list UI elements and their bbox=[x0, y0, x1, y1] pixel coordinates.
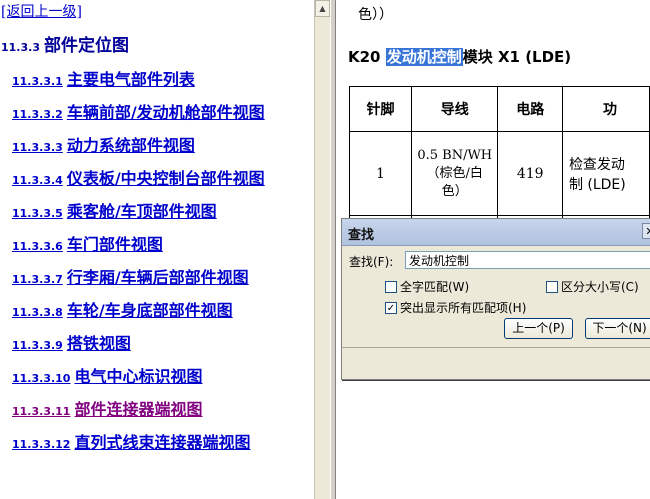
checkbox-box[interactable]: ✓ bbox=[385, 301, 397, 314]
header-circuit: 电路 bbox=[497, 86, 563, 132]
nav-link-number: 11.3.3.11 bbox=[12, 405, 71, 418]
cell-circuit: 419 bbox=[497, 131, 563, 216]
nav-link-number: 11.3.3.10 bbox=[12, 372, 71, 385]
cell-pin: 1 bbox=[349, 131, 412, 216]
cell-wire-line: （棕色/白 bbox=[426, 165, 483, 181]
nav-link-label: 乘客舱/车顶部件视图 bbox=[66, 202, 217, 221]
nav-link-number: 11.3.3.4 bbox=[12, 174, 63, 187]
dialog-status-area bbox=[342, 347, 650, 379]
nav-link-number: 11.3.3.2 bbox=[12, 108, 63, 121]
section-heading: 11.3.3 部件定位图 bbox=[1, 31, 129, 56]
section-number: 11.3.3 bbox=[1, 41, 40, 54]
whole-word-checkbox[interactable]: 全字匹配(W) bbox=[385, 278, 469, 295]
nav-link[interactable]: 11.3.3.6 车门部件视图 bbox=[12, 231, 163, 255]
find-input[interactable] bbox=[405, 251, 650, 269]
nav-link-label: 行李厢/车辆后部部件视图 bbox=[66, 268, 249, 287]
checkbox-box[interactable] bbox=[546, 280, 558, 293]
cell-function-line: 制 (LDE) bbox=[568, 176, 626, 193]
nav-link-label: 电气中心标识视图 bbox=[74, 367, 203, 386]
nav-link-number: 11.3.3.1 bbox=[12, 75, 63, 88]
nav-link[interactable]: 11.3.3.8 车轮/车身底部部件视图 bbox=[12, 297, 233, 321]
nav-link-label: 搭铁视图 bbox=[66, 334, 131, 353]
nav-link-number: 11.3.3.5 bbox=[12, 207, 63, 220]
document-text-fragment: 色）） bbox=[358, 7, 393, 23]
nav-link-label: 直列式线束连接器端视图 bbox=[74, 433, 251, 452]
nav-link-number: 11.3.3.12 bbox=[12, 438, 71, 451]
nav-link-number: 11.3.3.3 bbox=[12, 141, 63, 154]
cell-wire-line: 0.5 BN/WH bbox=[417, 147, 493, 163]
nav-link[interactable]: 11.3.3.10 电气中心标识视图 bbox=[12, 363, 202, 387]
nav-link[interactable]: 11.3.3.1 主要电气部件列表 bbox=[12, 66, 195, 90]
cell-wire-line: 色） bbox=[441, 183, 468, 199]
nav-link-label: 仪表板/中央控制台部件视图 bbox=[66, 169, 265, 188]
nav-link-label: 主要电气部件列表 bbox=[66, 70, 195, 89]
header-wire: 导线 bbox=[410, 86, 499, 132]
dialog-titlebar[interactable]: 查找 ✕ bbox=[342, 219, 650, 246]
table-header-row: 针脚 导线 电路 功 bbox=[349, 86, 650, 132]
nav-link[interactable]: 11.3.3.12 直列式线束连接器端视图 bbox=[12, 429, 250, 453]
nav-link-number: 11.3.3.8 bbox=[12, 306, 63, 319]
table-row: 1 0.5 BN/WH （棕色/白 色） 419 检查发动制 (LDE) bbox=[349, 131, 650, 216]
nav-link-label: 车门部件视图 bbox=[66, 235, 163, 254]
header-function: 功 bbox=[561, 86, 650, 132]
nav-link[interactable]: 11.3.3.5 乘客舱/车顶部件视图 bbox=[12, 198, 217, 222]
section-title: 部件定位图 bbox=[43, 36, 129, 56]
scroll-up-arrow-icon[interactable]: ▲ bbox=[315, 0, 330, 17]
nav-link[interactable]: 11.3.3.2 车辆前部/发动机舱部件视图 bbox=[12, 99, 265, 123]
module-heading-suffix: 模块 X1 (LDE) bbox=[462, 48, 572, 66]
nav-link-number: 11.3.3.7 bbox=[12, 273, 63, 286]
module-heading-prefix: K20 bbox=[348, 48, 386, 66]
find-next-button[interactable]: 下一个(N) bbox=[585, 318, 650, 339]
nav-link[interactable]: 11.3.3.3 动力系统部件视图 bbox=[12, 132, 195, 156]
nav-link-label: 部件连接器端视图 bbox=[74, 400, 203, 419]
nav-link-label: 动力系统部件视图 bbox=[66, 136, 195, 155]
nav-link[interactable]: 11.3.3.4 仪表板/中央控制台部件视图 bbox=[12, 165, 265, 189]
header-pin: 针脚 bbox=[349, 86, 412, 132]
nav-link-number: 11.3.3.9 bbox=[12, 339, 63, 352]
nav-link[interactable]: 11.3.3.7 行李厢/车辆后部部件视图 bbox=[12, 264, 249, 288]
find-previous-button[interactable]: 上一个(P) bbox=[504, 318, 573, 339]
find-label: 查找(F): bbox=[349, 255, 394, 269]
find-dialog: 查找 ✕ 查找(F): 全字匹配(W) 区分大小写(C) ✓ 突出显示所有匹配项… bbox=[341, 218, 650, 380]
whole-word-label: 全字匹配(W) bbox=[400, 280, 470, 294]
nav-link[interactable]: 11.3.3.11 部件连接器端视图 bbox=[12, 396, 202, 420]
highlight-all-checkbox[interactable]: ✓ 突出显示所有匹配项(H) bbox=[385, 299, 526, 316]
nav-link[interactable]: 11.3.3.9 搭铁视图 bbox=[12, 330, 131, 354]
close-icon[interactable]: ✕ bbox=[642, 223, 650, 239]
back-link[interactable]: [返回上一级] bbox=[1, 1, 82, 21]
module-heading: K20 发动机控制模块 X1 (LDE) bbox=[348, 46, 571, 67]
cell-function: 检查发动制 (LDE) bbox=[561, 131, 650, 216]
match-case-checkbox[interactable]: 区分大小写(C) bbox=[546, 278, 639, 295]
left-scrollbar[interactable]: ▲ bbox=[314, 0, 330, 499]
nav-link-label: 车轮/车身底部部件视图 bbox=[66, 301, 233, 320]
nav-link-number: 11.3.3.6 bbox=[12, 240, 63, 253]
highlight-all-label: 突出显示所有匹配项(H) bbox=[400, 301, 527, 315]
match-case-label: 区分大小写(C) bbox=[561, 280, 639, 294]
search-highlight: 发动机控制 bbox=[385, 48, 463, 66]
left-nav-frame: [返回上一级] 11.3.3 部件定位图 11.3.3.1 主要电气部件列表 11.3… bbox=[0, 0, 314, 499]
cell-function-line: 检查发动 bbox=[568, 156, 625, 173]
cell-wire: 0.5 BN/WH （棕色/白色） bbox=[410, 131, 499, 216]
checkbox-box[interactable] bbox=[385, 280, 397, 293]
dialog-title: 查找 bbox=[348, 228, 375, 243]
nav-link-label: 车辆前部/发动机舱部件视图 bbox=[66, 103, 265, 122]
